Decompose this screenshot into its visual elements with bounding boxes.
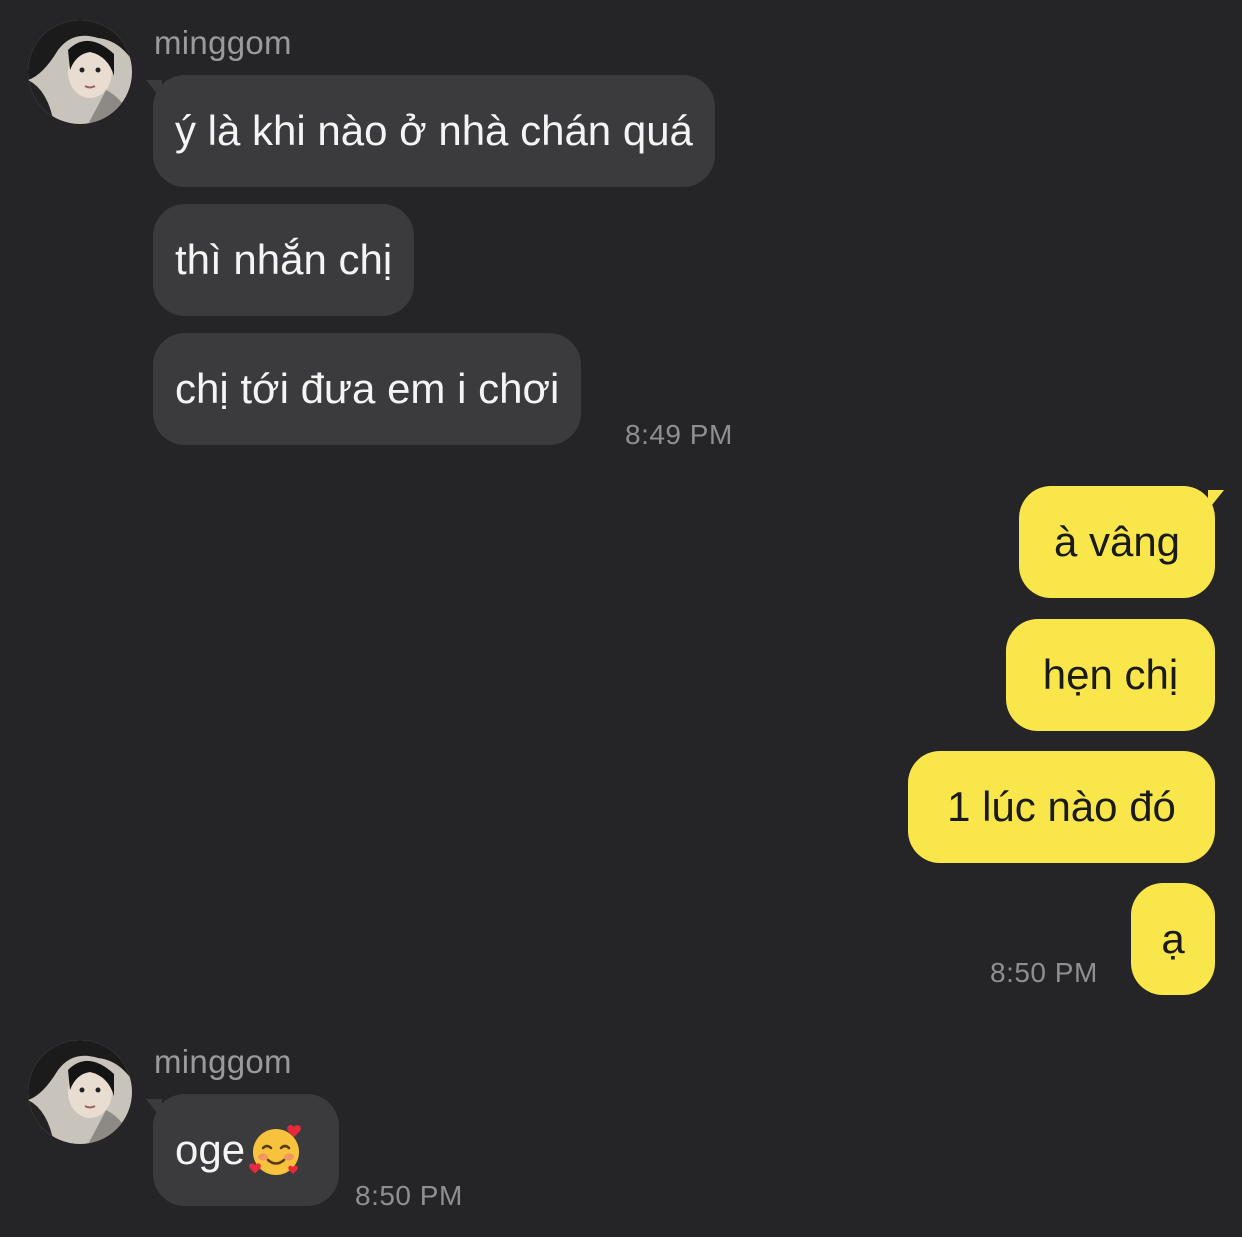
message-bubble-incoming[interactable]: ý là khi nào ở nhà chán quá: [153, 75, 715, 187]
sender-name: minggom: [154, 24, 292, 61]
message-timestamp: 8:50 PM: [355, 1180, 463, 1211]
message-bubble-outgoing[interactable]: à vâng: [1019, 486, 1215, 598]
message-bubble-outgoing[interactable]: 1 lúc nào đó: [908, 751, 1215, 863]
sender-name: minggom: [154, 1043, 292, 1080]
message-bubble-outgoing[interactable]: hẹn chị: [1006, 619, 1215, 731]
message-bubble-outgoing[interactable]: ạ: [1131, 883, 1215, 995]
message-timestamp: 8:50 PM: [990, 957, 1098, 988]
message-timestamp: 8:49 PM: [625, 419, 733, 450]
message-bubble-incoming[interactable]: oge: [153, 1094, 339, 1206]
message-bubble-incoming[interactable]: chị tới đưa em i chơi: [153, 333, 582, 445]
message-bubble-incoming[interactable]: thì nhắn chị: [153, 204, 415, 316]
avatar[interactable]: [28, 20, 132, 124]
avatar[interactable]: [28, 1040, 132, 1144]
smiling-face-with-hearts-icon: [247, 1121, 305, 1179]
message-text: oge: [175, 1126, 246, 1173]
